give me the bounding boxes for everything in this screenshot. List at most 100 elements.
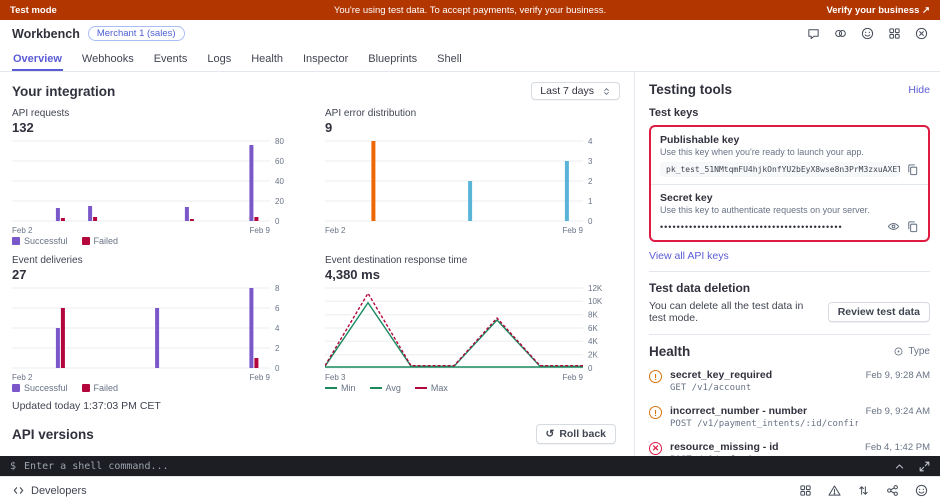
charts-grid: API requests 132 020406080Feb 2Feb 9 Suc… [12, 108, 620, 394]
publishable-key-desc: Use this key when you're ready to launch… [660, 147, 919, 157]
svg-text:0: 0 [588, 364, 593, 373]
hide-link[interactable]: Hide [908, 84, 930, 96]
updated-timestamp: Updated today 1:37:03 PM CET [12, 400, 620, 412]
shell-command-bar[interactable]: $ Enter a shell command... [0, 456, 940, 476]
api-requests-legend: SuccessfulFailed [12, 235, 307, 247]
health-item[interactable]: ! secret_key_required GET /v1/account Fe… [649, 363, 930, 399]
testing-tools-title: Testing tools [649, 82, 732, 97]
warning-icon[interactable] [828, 484, 841, 497]
secret-key-value[interactable]: ••••••••••••••••••••••••••••••••••••••••… [660, 222, 881, 232]
svg-text:2: 2 [588, 177, 593, 186]
svg-text:Feb 9: Feb 9 [250, 373, 271, 382]
secret-key-label: Secret key [660, 192, 919, 204]
external-link-icon: ↗ [922, 5, 930, 16]
tab-blueprints[interactable]: Blueprints [367, 53, 418, 71]
workbench-page: Test mode You're using test data. To acc… [0, 0, 940, 504]
grid-icon[interactable] [799, 484, 812, 497]
tab-overview[interactable]: Overview [12, 53, 63, 71]
select-arrows-icon [602, 86, 611, 97]
svg-text:40: 40 [275, 177, 284, 186]
publishable-key-value[interactable]: pk_test_51NMtqmFU4hjkOnfYU2bEyX8wse8n3Pr… [660, 162, 900, 177]
link-icon[interactable] [834, 27, 847, 40]
footer-icons [799, 484, 928, 497]
main-column: Your integration Last 7 days API request… [0, 72, 634, 456]
divider [649, 271, 930, 272]
page-title: Workbench [12, 27, 80, 41]
svg-text:4: 4 [588, 137, 593, 146]
secret-key-desc: Use this key to authenticate requests on… [660, 205, 919, 215]
apps-icon[interactable] [888, 27, 901, 40]
test-mode-label: Test mode [10, 5, 57, 16]
svg-text:2K: 2K [588, 351, 598, 360]
health-item-time: Feb 4, 1:42 PM [865, 442, 930, 453]
verify-business-link[interactable]: Verify your business ↗ [826, 5, 930, 16]
workbench-tabs: Overview Webhooks Events Logs Health Ins… [0, 47, 940, 72]
health-item-subtitle: POST /v1/payment_intents/:id/confirm [670, 419, 858, 429]
event-deliveries-plot: 02468Feb 2Feb 9 [12, 284, 307, 382]
eye-icon[interactable] [887, 220, 900, 233]
workbench-header: Workbench Merchant 1 (sales) [0, 20, 940, 47]
feedback-icon[interactable] [807, 27, 820, 40]
error-circle-icon: ✕ [649, 442, 662, 455]
svg-text:6K: 6K [588, 324, 598, 333]
smiley-icon[interactable] [861, 27, 874, 40]
svg-text:4: 4 [275, 324, 280, 333]
copy-icon[interactable] [906, 220, 919, 233]
svg-text:1: 1 [588, 197, 593, 206]
chart-api-error-distribution: API error distribution 9 01234Feb 2Feb 9 [325, 108, 620, 247]
filter-icon [893, 346, 904, 357]
developers-button[interactable]: Developers [12, 484, 87, 497]
testing-tools-sidebar: Testing tools Hide Test keys Publishable… [634, 72, 940, 456]
health-title: Health [649, 344, 690, 359]
copy-icon[interactable] [906, 163, 919, 176]
svg-text:8K: 8K [588, 311, 598, 320]
response-time-legend: MinAvgMax [325, 382, 620, 394]
svg-text:12K: 12K [588, 284, 603, 293]
smiley-icon[interactable] [915, 484, 928, 497]
svg-text:Feb 3: Feb 3 [325, 373, 346, 382]
event-deliveries-legend: SuccessfulFailed [12, 382, 307, 394]
expand-icon[interactable] [919, 461, 930, 472]
test-mode-message: You're using test data. To accept paymen… [334, 5, 606, 16]
test-data-deletion-text: You can delete all the test data in test… [649, 300, 820, 324]
review-test-data-button[interactable]: Review test data [828, 302, 930, 322]
type-filter-button[interactable]: Type [893, 346, 930, 357]
tab-health[interactable]: Health [250, 53, 284, 71]
sort-arrows-icon[interactable] [857, 484, 870, 497]
tab-shell[interactable]: Shell [436, 53, 462, 71]
chevron-up-icon[interactable] [894, 461, 905, 472]
svg-text:0: 0 [275, 364, 280, 373]
developers-icon [12, 484, 25, 497]
footer-bar: Developers [0, 476, 940, 504]
shell-input[interactable]: Enter a shell command... [24, 461, 169, 472]
tab-logs[interactable]: Logs [206, 53, 232, 71]
svg-text:Feb 9: Feb 9 [563, 373, 584, 382]
roll-back-button[interactable]: ↺ Roll back [536, 424, 617, 444]
close-icon[interactable] [915, 27, 928, 40]
merchant-badge[interactable]: Merchant 1 (sales) [88, 26, 185, 41]
api-error-distribution-plot: 01234Feb 2Feb 9 [325, 137, 620, 235]
tab-inspector[interactable]: Inspector [302, 53, 349, 71]
health-item[interactable]: ! incorrect_number - number POST /v1/pay… [649, 399, 930, 435]
svg-text:8: 8 [275, 284, 280, 293]
svg-text:Feb 9: Feb 9 [563, 226, 584, 235]
content-area: Your integration Last 7 days API request… [0, 72, 940, 456]
svg-text:Feb 2: Feb 2 [12, 373, 33, 382]
secret-key-section: Secret key Use this key to authenticate … [651, 184, 928, 240]
health-item-time: Feb 9, 9:24 AM [866, 406, 930, 417]
share-nodes-icon[interactable] [886, 484, 899, 497]
api-requests-plot: 020406080Feb 2Feb 9 [12, 137, 307, 235]
svg-text:2: 2 [275, 344, 280, 353]
api-versions-section: API versions ↺ Roll back [12, 424, 620, 444]
tab-events[interactable]: Events [153, 53, 189, 71]
chart-response-time: Event destination response time 4,380 ms… [325, 255, 620, 394]
svg-text:80: 80 [275, 137, 284, 146]
svg-text:0: 0 [588, 217, 593, 226]
svg-text:4K: 4K [588, 337, 598, 346]
date-range-select[interactable]: Last 7 days [531, 82, 620, 100]
health-item[interactable]: ✕ resource_missing - id POST /v1/refunds… [649, 435, 930, 456]
view-all-api-keys-link[interactable]: View all API keys [649, 250, 729, 262]
svg-text:0: 0 [275, 217, 280, 226]
warning-circle-icon: ! [649, 370, 662, 383]
tab-webhooks[interactable]: Webhooks [81, 53, 135, 71]
